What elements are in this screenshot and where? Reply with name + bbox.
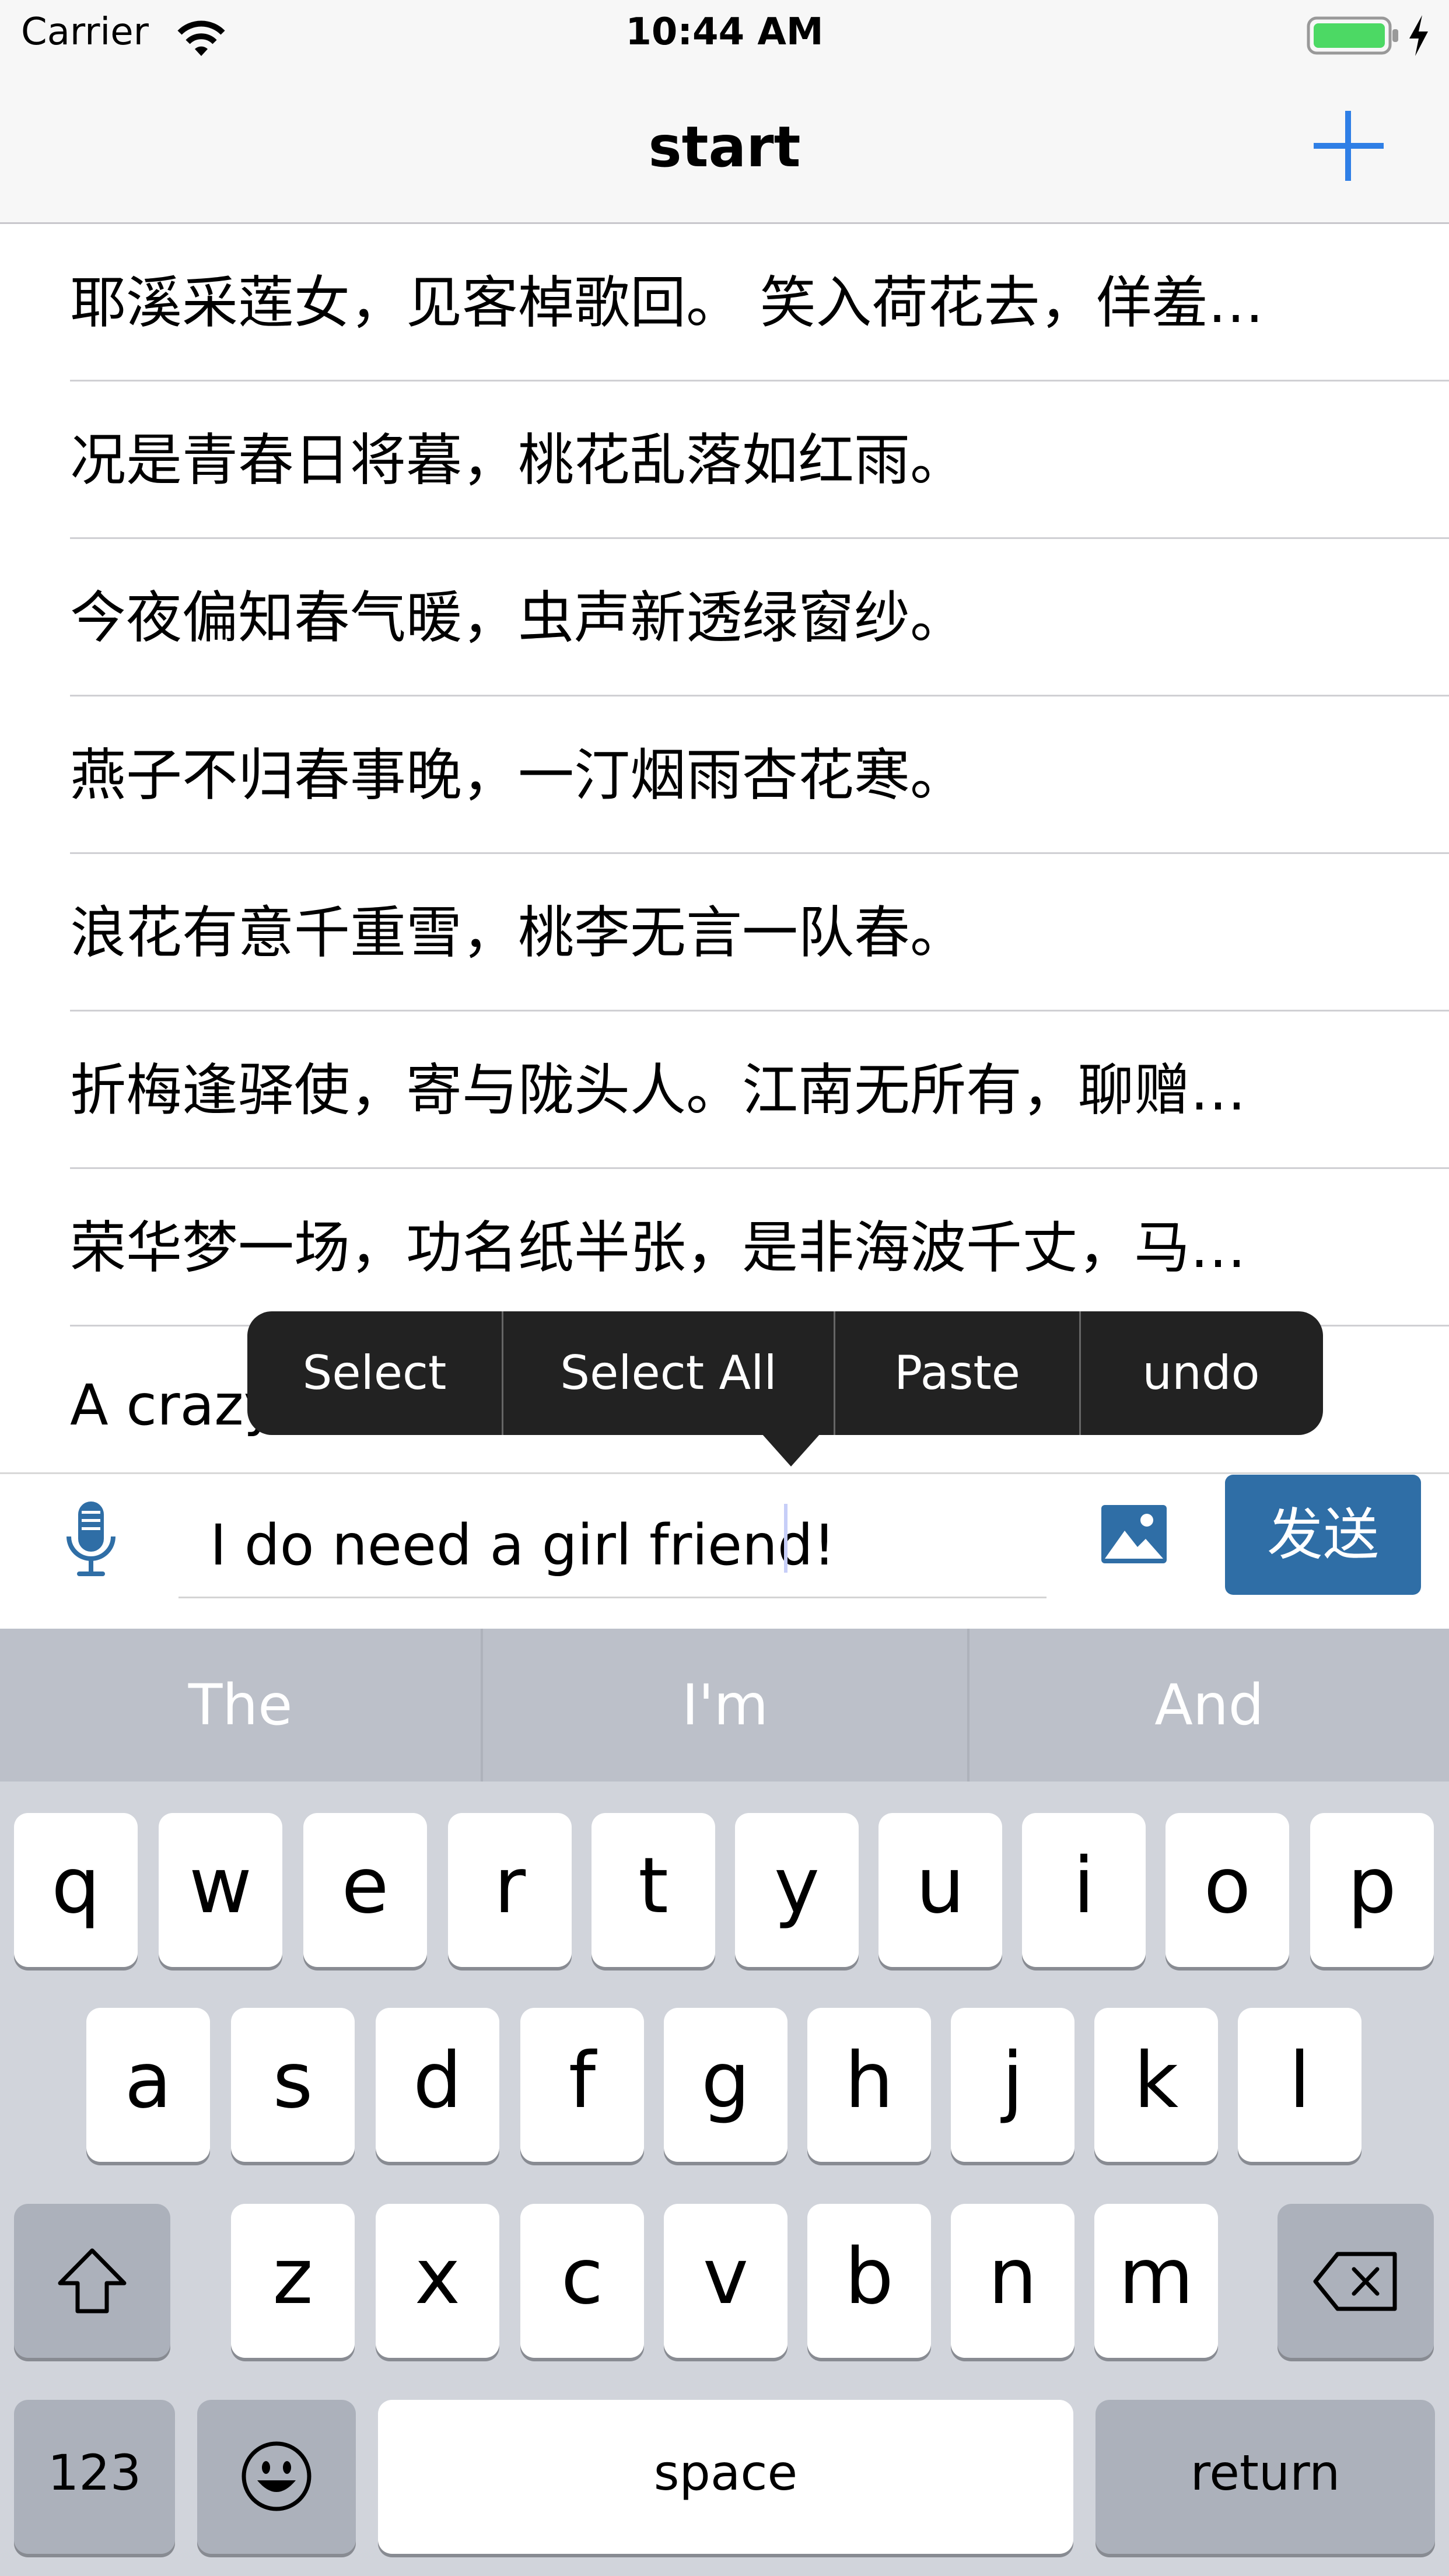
key-c[interactable]: c <box>520 2204 644 2358</box>
key-o[interactable]: o <box>1166 1813 1289 1967</box>
key-j[interactable]: j <box>951 2008 1074 2162</box>
undo-menu-item[interactable]: undo <box>1081 1311 1321 1435</box>
microphone-icon <box>66 1502 116 1576</box>
list-item-text: 浪花有意千重雪，桃李无言一队春。 <box>70 900 966 965</box>
numbers-key[interactable]: 123 <box>14 2400 175 2554</box>
key-k[interactable]: k <box>1094 2008 1218 2162</box>
key-b[interactable]: b <box>807 2204 931 2358</box>
paste-menu-item[interactable]: Paste <box>835 1311 1079 1435</box>
emoji-icon <box>242 2441 312 2511</box>
return-key[interactable]: return <box>1096 2400 1435 2554</box>
key-e[interactable]: e <box>303 1813 427 1967</box>
key-v[interactable]: v <box>664 2204 788 2358</box>
message-list[interactable]: 耶溪采莲女，见客棹歌回。 笑入荷花去，佯羞… 况是青春日将暮，桃花乱落如红雨。 … <box>0 224 1449 1472</box>
key-r[interactable]: r <box>448 1813 572 1967</box>
key-w[interactable]: w <box>159 1813 282 1967</box>
select-all-menu-item[interactable]: Select All <box>503 1311 834 1435</box>
battery-icon <box>1307 16 1400 57</box>
key-n[interactable]: n <box>951 2204 1074 2358</box>
delete-key[interactable] <box>1278 2204 1434 2358</box>
key-q[interactable]: q <box>14 1813 138 1967</box>
list-item[interactable]: 耶溪采莲女，见客棹歌回。 笑入荷花去，佯羞… <box>0 224 1449 382</box>
suggestion-item[interactable]: I'm <box>483 1629 967 1782</box>
list-item-text: 荣华梦一场，功名纸半张，是非海波千丈，马… <box>70 1215 1246 1280</box>
suggestion-item[interactable]: And <box>970 1629 1449 1782</box>
charging-icon <box>1407 14 1430 60</box>
message-input[interactable] <box>178 1493 1046 1598</box>
key-x[interactable]: x <box>376 2204 499 2358</box>
key-d[interactable]: d <box>376 2008 499 2162</box>
suggestion-item[interactable]: The <box>0 1629 481 1782</box>
key-a[interactable]: a <box>86 2008 210 2162</box>
space-key[interactable]: space <box>378 2400 1073 2554</box>
select-menu-item[interactable]: Select <box>247 1311 502 1435</box>
key-f[interactable]: f <box>520 2008 644 2162</box>
list-item-text: 燕子不归春事晚，一汀烟雨杏花寒。 <box>70 743 966 808</box>
image-button[interactable] <box>1099 1503 1169 1566</box>
key-u[interactable]: u <box>878 1813 1002 1967</box>
key-z[interactable]: z <box>231 2204 355 2358</box>
microphone-button[interactable] <box>56 1499 126 1581</box>
key-t[interactable]: t <box>592 1813 715 1967</box>
list-item-text: 今夜偏知春气暖，虫声新透绿窗纱。 <box>70 585 966 650</box>
key-s[interactable]: s <box>231 2008 355 2162</box>
key-i[interactable]: i <box>1022 1813 1146 1967</box>
key-y[interactable]: y <box>735 1813 859 1967</box>
shift-icon <box>58 2248 127 2314</box>
key-m[interactable]: m <box>1094 2204 1218 2358</box>
send-button[interactable]: 发送 <box>1225 1475 1421 1595</box>
emoji-key[interactable] <box>197 2400 356 2554</box>
list-item[interactable]: 折梅逢驿使，寄与陇头人。江南无所有，聊赠… <box>0 1012 1449 1169</box>
key-p[interactable]: p <box>1310 1813 1434 1967</box>
page-title: start <box>648 114 801 180</box>
status-time: 10:44 AM <box>625 10 824 54</box>
list-item-text: 折梅逢驿使，寄与陇头人。江南无所有，聊赠… <box>70 1058 1246 1123</box>
list-item[interactable]: 今夜偏知春气暖，虫声新透绿窗纱。 <box>0 539 1449 696</box>
shift-key[interactable] <box>14 2204 170 2358</box>
text-cursor <box>784 1504 788 1573</box>
edit-menu-arrow <box>762 1434 820 1466</box>
plus-icon <box>1314 111 1384 181</box>
list-item-text: 耶溪采莲女，见客棹歌回。 笑入荷花去，佯羞… <box>70 270 1264 335</box>
list-item[interactable]: 浪花有意千重雪，桃李无言一队春。 <box>0 854 1449 1012</box>
image-icon <box>1101 1505 1167 1563</box>
list-item[interactable]: 燕子不归春事晚，一汀烟雨杏花寒。 <box>0 696 1449 854</box>
key-h[interactable]: h <box>807 2008 931 2162</box>
key-g[interactable]: g <box>664 2008 788 2162</box>
list-item[interactable]: 荣华梦一场，功名纸半张，是非海波千丈，马… <box>0 1169 1449 1326</box>
add-button[interactable] <box>1310 107 1387 184</box>
list-item-text: 况是青春日将暮，桃花乱落如红雨。 <box>70 428 966 493</box>
key-l[interactable]: l <box>1238 2008 1362 2162</box>
edit-menu: Select Select All Paste undo <box>247 1311 1323 1435</box>
delete-icon <box>1313 2252 1397 2311</box>
list-item[interactable]: 况是青春日将暮，桃花乱落如红雨。 <box>0 382 1449 539</box>
